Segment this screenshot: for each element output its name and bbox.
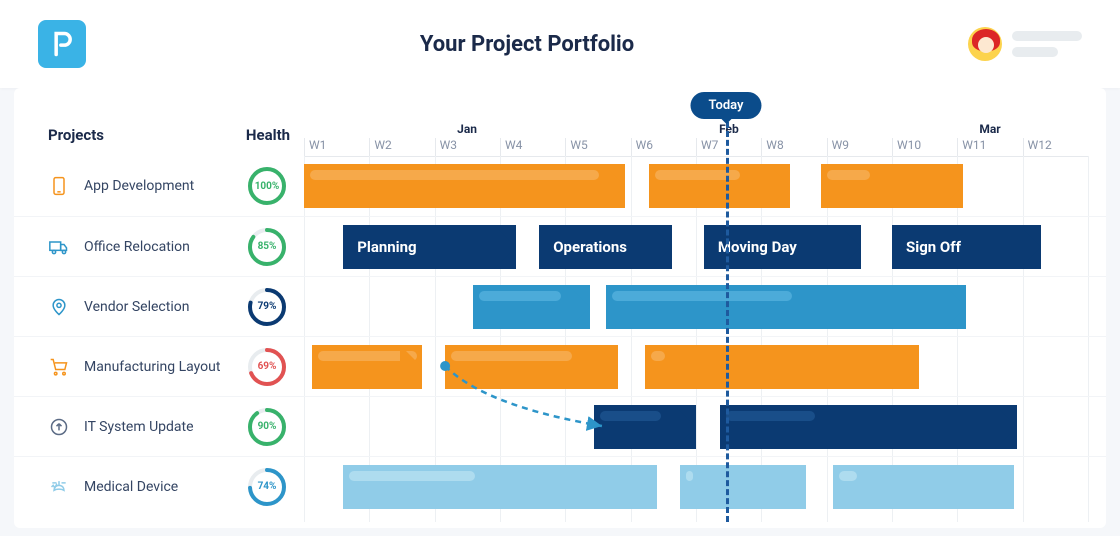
project-row[interactable]: Vendor Selection 79% <box>14 276 1106 336</box>
topbar: Your Project Portfolio <box>0 0 1120 88</box>
upload-icon <box>48 416 70 438</box>
project-name: Medical Device <box>84 479 232 495</box>
gantt-bar[interactable] <box>833 465 1013 509</box>
gantt-bar[interactable] <box>594 405 696 449</box>
health-ring: 90% <box>246 406 288 448</box>
week-label: W9 <box>827 138 892 156</box>
gantt-bar[interactable]: Operations <box>539 225 672 269</box>
gantt-bar[interactable]: Sign Off <box>892 225 1041 269</box>
project-row[interactable]: Manufacturing Layout 69% <box>14 336 1106 396</box>
project-name: Manufacturing Layout <box>84 359 232 375</box>
truck-icon <box>48 236 70 258</box>
project-name: IT System Update <box>84 419 232 435</box>
week-label: W1 <box>304 138 369 156</box>
gantt-bar[interactable] <box>680 465 805 509</box>
health-ring: 69% <box>246 346 288 388</box>
month-label: Jan <box>457 122 477 136</box>
gantt-bar-label: Sign Off <box>906 238 961 256</box>
phone-icon <box>48 175 70 197</box>
user-name-placeholder <box>1012 31 1082 57</box>
gantt-bar-label: Planning <box>357 238 416 256</box>
heart-icon <box>48 476 70 498</box>
gantt-bar[interactable] <box>645 345 919 389</box>
project-row[interactable]: Office Relocation 85% Planning Operations Mo… <box>14 216 1106 276</box>
gantt-bar[interactable] <box>821 164 962 208</box>
project-row[interactable]: Medical Device 74% <box>14 456 1106 516</box>
table-header: Projects Health JanFebMar W1W2W3W4W5W6W7… <box>14 88 1106 156</box>
projects-header: Projects <box>48 126 232 144</box>
project-row[interactable]: IT System Update 90% <box>14 396 1106 456</box>
health-ring: 85% <box>246 226 288 268</box>
gantt-bar[interactable] <box>606 285 967 329</box>
today-badge: Today <box>690 92 761 119</box>
health-ring: 100% <box>246 165 288 207</box>
gantt-bar[interactable] <box>720 405 1018 449</box>
health-ring: 79% <box>246 286 288 328</box>
week-label: W5 <box>565 138 630 156</box>
project-name: Vendor Selection <box>84 299 232 315</box>
gantt-bar-label: Moving Day <box>718 238 797 256</box>
project-name: App Development <box>84 178 232 194</box>
gantt-bar[interactable] <box>445 345 617 389</box>
gantt-bar-label: Operations <box>553 238 627 256</box>
month-label: Mar <box>979 122 1000 136</box>
gantt-bar[interactable] <box>312 345 422 389</box>
page-title: Your Project Portfolio <box>86 32 968 57</box>
week-label: W6 <box>631 138 696 156</box>
portfolio-board: Today Projects Health JanFebMar W1W2W3W4… <box>14 88 1106 528</box>
project-row[interactable]: App Development 100% <box>14 156 1106 216</box>
gantt-bar[interactable] <box>343 465 657 509</box>
week-label: W2 <box>369 138 434 156</box>
week-label: W3 <box>435 138 500 156</box>
project-name: Office Relocation <box>84 239 232 255</box>
gantt-bar[interactable]: Planning <box>343 225 515 269</box>
gantt-bar[interactable] <box>473 285 591 329</box>
gantt-bar[interactable] <box>304 164 625 208</box>
app-logo[interactable] <box>38 20 86 68</box>
pin-icon <box>48 296 70 318</box>
gantt-bar[interactable] <box>649 164 790 208</box>
week-label: W11 <box>957 138 1022 156</box>
user-menu[interactable] <box>968 27 1082 61</box>
week-label: W12 <box>1023 138 1088 156</box>
cart-icon <box>48 356 70 378</box>
health-ring: 74% <box>246 466 288 508</box>
week-label: W8 <box>761 138 826 156</box>
avatar <box>968 27 1002 61</box>
week-label: W4 <box>500 138 565 156</box>
today-line <box>726 122 729 522</box>
health-header: Health <box>232 126 304 144</box>
week-label: W10 <box>892 138 957 156</box>
